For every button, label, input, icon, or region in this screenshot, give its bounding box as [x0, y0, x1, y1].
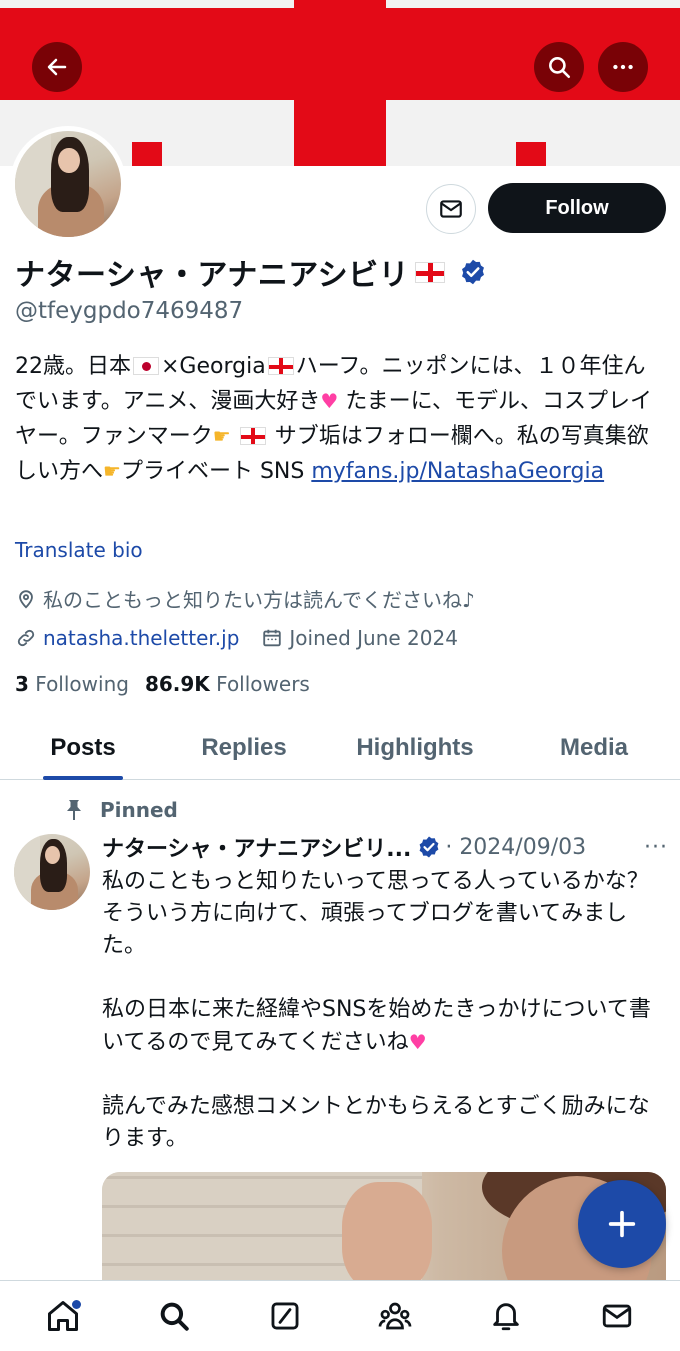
tab-replies[interactable]: Replies [166, 716, 322, 780]
post-body: 私のこともっと知りたいって思ってる人っているかな？ そういう方に向けて、頑張って… [102, 866, 662, 1187]
heart-icon: ♥ [320, 389, 339, 413]
compose-button[interactable] [578, 1180, 666, 1268]
nav-search[interactable] [144, 1286, 204, 1346]
location-pin-icon [19, 589, 33, 609]
following-label: Following [35, 672, 129, 696]
post-paragraph: 私の日本に来た経緯やSNSを始めたきっかけについて書いてるので見てみてくださいね… [102, 994, 662, 1059]
georgia-flag-icon [415, 261, 446, 283]
post-author-name[interactable]: ナターシャ・アナニアシビリ... [102, 831, 411, 863]
bio-text: ×Georgia [161, 354, 266, 379]
tab-posts[interactable]: Posts [0, 716, 166, 780]
heart-icon: ♥ [408, 1030, 427, 1054]
profile-meta: natasha.theletter.jp Joined June 2024 [15, 626, 458, 650]
nav-grok[interactable] [255, 1286, 315, 1346]
communities-icon [378, 1302, 412, 1330]
georgia-flag-icon [239, 427, 266, 445]
verified-badge-icon[interactable] [417, 835, 441, 859]
profile-name-row: ナターシャ・アナニアシビリ [15, 252, 487, 293]
bio-text: 22歳。日本 [15, 354, 131, 379]
followers-link[interactable]: 86.9K Followers [145, 672, 310, 696]
pointing-hand-icon: ☛ [103, 459, 121, 483]
search-button[interactable] [534, 42, 584, 92]
banner-flag-cross-vertical [294, 0, 386, 166]
calendar-icon [263, 629, 282, 647]
followers-count: 86.9K [144, 672, 210, 696]
bell-icon [493, 1303, 519, 1331]
pinned-indicator: Pinned [66, 798, 178, 822]
grok-icon [271, 1302, 299, 1330]
bio-link[interactable]: myfans.jp/NatashaGeorgia [311, 459, 604, 484]
translate-bio-link[interactable]: Translate bio [15, 538, 143, 562]
more-button[interactable] [598, 42, 648, 92]
arrow-left-icon [47, 58, 67, 76]
nav-communities[interactable] [365, 1286, 425, 1346]
envelope-icon [602, 1304, 631, 1328]
profile-avatar[interactable] [10, 126, 126, 242]
banner-flag-small-cross [132, 142, 162, 166]
profile-location: 私のこともっと知りたい方は読んでくださいね♪ [15, 584, 475, 613]
profile-handle: @tfeygpdo7469487 [15, 298, 244, 324]
georgia-flag-icon [267, 357, 294, 375]
website-link[interactable]: natasha.theletter.jp [43, 626, 239, 650]
post-paragraph-text: 私の日本に来た経緯やSNSを始めたきっかけについて書いてるので見てみてくださいね [102, 997, 651, 1055]
post-paragraph: 私のこともっと知りたいって思ってる人っているかな？ そういう方に向けて、頑張って… [102, 869, 649, 958]
link-icon [17, 629, 35, 647]
post-author-avatar[interactable] [14, 834, 90, 910]
japan-flag-icon [133, 357, 159, 375]
pinned-label: Pinned [100, 798, 178, 822]
profile-bio: 22歳。日本 ×Georgia ハーフ。ニッポンには、１０年住んでいます。アニメ、漫… [15, 350, 665, 489]
following-link[interactable]: 3 Following [15, 672, 129, 696]
nav-notifications[interactable] [476, 1286, 536, 1346]
post-header: ナターシャ・アナニアシビリ... · 2024/09/03 ··· [102, 830, 668, 864]
pointing-hand-icon: ☛ [212, 424, 231, 448]
joined-date: Joined June 2024 [289, 626, 458, 650]
post-paragraph: 読んでみた感想コメントとかもらえるとすごく励みになります。 [102, 1094, 650, 1151]
followers-label: Followers [216, 672, 310, 696]
back-button[interactable] [32, 42, 82, 92]
profile-tabs: Posts Replies Highlights Media [0, 716, 680, 780]
following-count: 3 [15, 672, 29, 696]
profile-name: ナターシャ・アナニアシビリ [15, 258, 410, 293]
follow-button[interactable]: Follow [488, 183, 666, 233]
location-text: 私のこともっと知りたい方は読んでくださいね♪ [43, 588, 475, 612]
verified-badge-icon[interactable] [459, 258, 487, 286]
tab-highlights[interactable]: Highlights [322, 716, 508, 780]
bio-text: プライベート SNS [120, 459, 312, 484]
pin-icon [67, 800, 81, 820]
message-button[interactable] [426, 184, 476, 234]
more-icon [613, 64, 633, 70]
envelope-icon [440, 200, 462, 218]
post-more-button[interactable]: ··· [644, 835, 668, 860]
bottom-navigation [0, 1280, 680, 1351]
search-icon [549, 57, 571, 79]
tab-media[interactable]: Media [508, 716, 680, 780]
search-icon [160, 1302, 189, 1331]
nav-messages[interactable] [587, 1286, 647, 1346]
banner-flag-small-cross [516, 142, 546, 166]
post-date[interactable]: · 2024/09/03 [445, 835, 586, 860]
nav-home[interactable] [33, 1286, 93, 1346]
plus-icon [608, 1210, 636, 1238]
follow-stats: 3 Following 86.9K Followers [15, 672, 310, 696]
